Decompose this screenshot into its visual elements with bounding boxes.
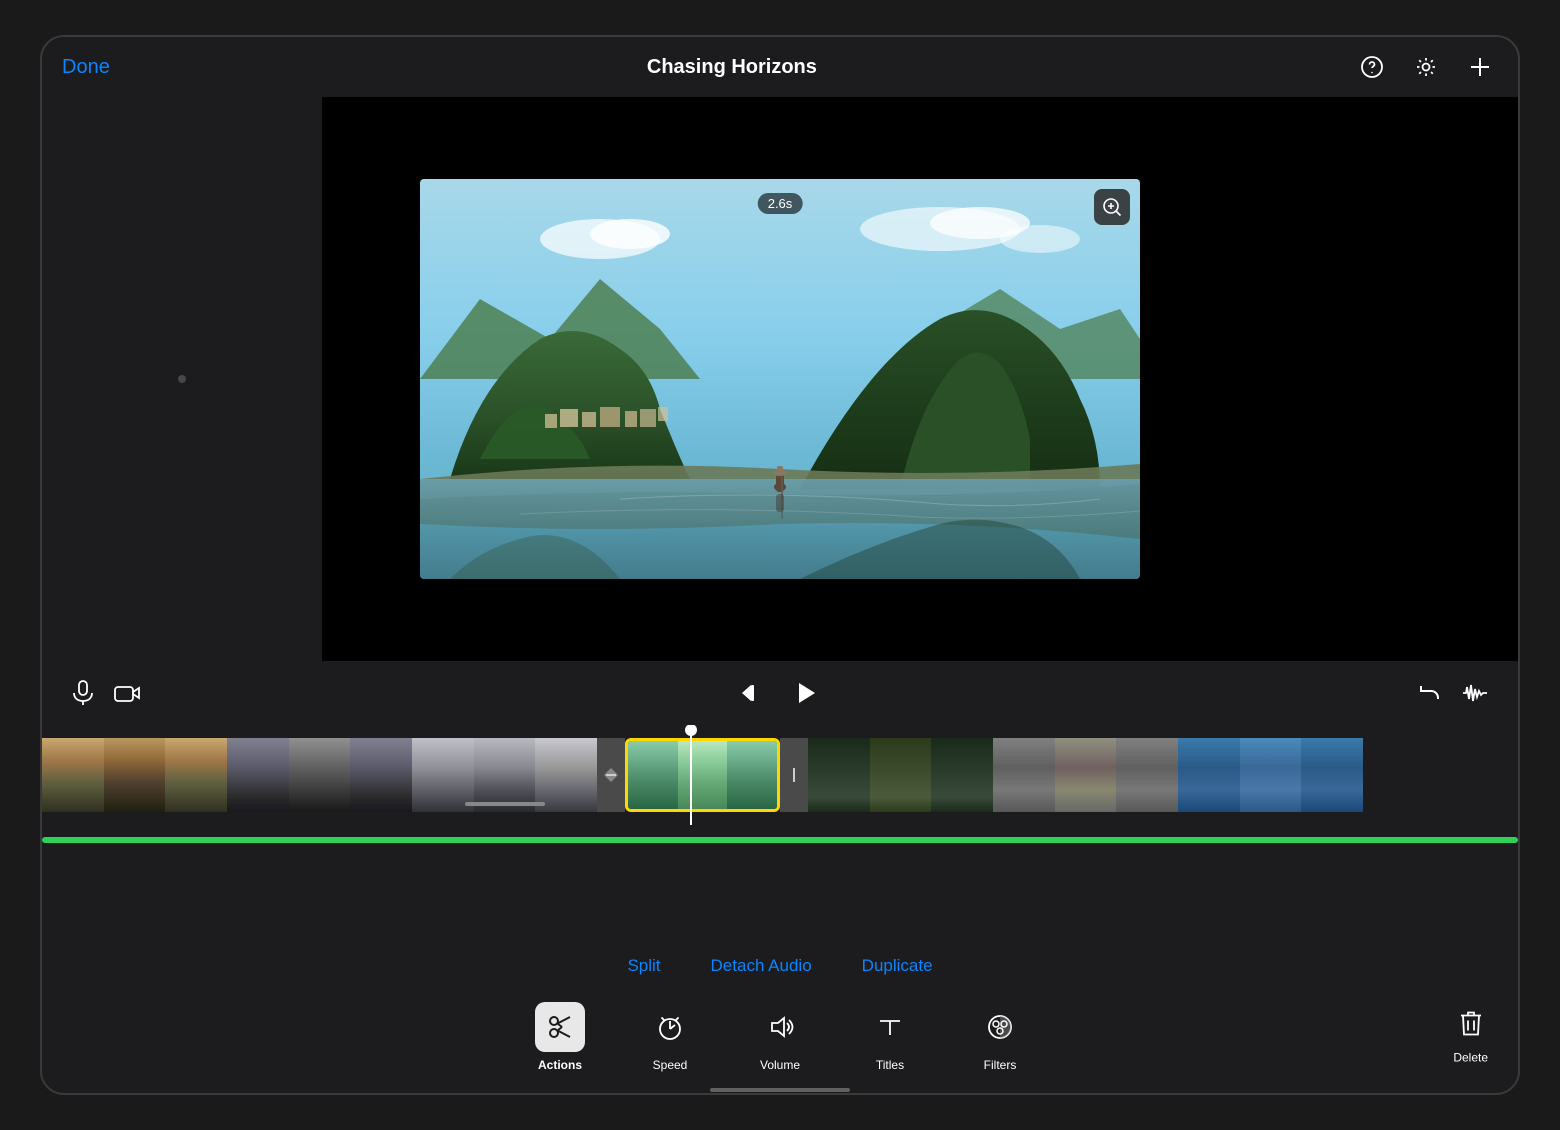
speed-icon	[645, 1002, 695, 1052]
camera-button[interactable]	[114, 682, 140, 704]
clip-5-thumb-3	[931, 738, 993, 812]
undo-button[interactable]	[1418, 681, 1442, 705]
clip-4-thumb-3	[727, 741, 777, 809]
duplicate-button[interactable]: Duplicate	[862, 956, 933, 976]
clip-7-thumb-2	[1240, 738, 1302, 812]
clip-7-thumb-3	[1301, 738, 1363, 812]
settings-button[interactable]	[1408, 49, 1444, 85]
delete-label: Delete	[1453, 1051, 1488, 1065]
clip-7-thumb-1	[1178, 738, 1240, 812]
transition-handle-right[interactable]	[780, 738, 808, 812]
time-indicator: 2.6s	[758, 193, 803, 214]
top-bar-center: Chasing Horizons	[647, 56, 817, 79]
video-preview: 2.6s	[420, 179, 1140, 579]
controls-right	[1418, 681, 1488, 705]
audio-track-area	[42, 825, 1518, 855]
controls-bar	[42, 661, 1518, 725]
clip-1-thumb-1	[42, 738, 104, 812]
video-preview-area: 2.6s	[42, 97, 1518, 661]
clip-5-thumb-1	[808, 738, 870, 812]
top-bar-right	[1354, 49, 1498, 85]
detach-audio-button[interactable]: Detach Audio	[711, 956, 812, 976]
timeline-track	[42, 738, 1518, 812]
clip-2-thumb-3	[350, 738, 412, 812]
clip-3[interactable]	[412, 738, 597, 812]
clip-2-thumb-2	[289, 738, 351, 812]
toolbar-item-filters[interactable]: Filters	[965, 1002, 1035, 1072]
timeline-container	[42, 725, 1518, 945]
toolbar-item-actions[interactable]: Actions	[525, 1002, 595, 1072]
actions-label: Actions	[538, 1058, 582, 1072]
clip-5-thumb-2	[870, 738, 932, 812]
toolbar-item-titles[interactable]: Titles	[855, 1002, 925, 1072]
clip-4-thumb-1	[628, 741, 678, 809]
waveform-button[interactable]	[1462, 681, 1488, 705]
home-indicator-bar	[710, 1088, 850, 1092]
add-button[interactable]	[1462, 49, 1498, 85]
controls-left	[72, 680, 140, 706]
clip-2-thumb-1	[227, 738, 289, 812]
audio-track-line	[42, 837, 1518, 843]
timeline-area[interactable]	[42, 725, 1518, 825]
done-button[interactable]: Done	[62, 56, 110, 79]
clip-6-thumb-3	[1116, 738, 1178, 812]
clip-5[interactable]	[808, 738, 993, 812]
sidebar-dot-1	[178, 375, 186, 383]
clip-7[interactable]	[1178, 738, 1363, 812]
titles-icon	[865, 1002, 915, 1052]
home-indicator	[42, 1087, 1518, 1093]
bottom-toolbar: Actions Speed	[42, 987, 1518, 1087]
clip-3-thumb-1	[412, 738, 474, 812]
top-bar: Done Chasing Horizons	[42, 37, 1518, 97]
clip-3-thumb-3	[535, 738, 597, 812]
clip-1-thumb-2	[104, 738, 166, 812]
empty-timeline-area	[42, 855, 1518, 945]
clip-6-thumb-1	[993, 738, 1055, 812]
titles-label: Titles	[876, 1058, 904, 1072]
play-button[interactable]	[792, 680, 818, 706]
toolbar-item-speed[interactable]: Speed	[635, 1002, 705, 1072]
main-content: 2.6s	[42, 97, 1518, 1093]
controls-center	[740, 680, 818, 706]
clip-3-thumb-2	[474, 738, 536, 812]
clip-2[interactable]	[227, 738, 412, 812]
left-sidebar	[42, 97, 322, 661]
top-bar-left: Done	[62, 56, 110, 79]
microphone-button[interactable]	[72, 680, 94, 706]
clip-4-thumb-2	[678, 741, 728, 809]
clip-1[interactable]	[42, 738, 227, 812]
clip-1-thumb-3	[165, 738, 227, 812]
video-scene-svg	[420, 179, 1140, 579]
delete-button[interactable]: Delete	[1453, 1010, 1488, 1065]
actions-icon	[535, 1002, 585, 1052]
delete-icon	[1459, 1010, 1483, 1045]
filters-icon	[975, 1002, 1025, 1052]
rewind-button[interactable]	[740, 682, 762, 704]
zoom-button[interactable]	[1094, 189, 1130, 225]
ipad-frame: Done Chasing Horizons	[40, 35, 1520, 1095]
help-button[interactable]	[1354, 49, 1390, 85]
toolbar-item-volume[interactable]: Volume	[745, 1002, 815, 1072]
action-menu: Split Detach Audio Duplicate	[42, 945, 1518, 987]
clip-6[interactable]	[993, 738, 1178, 812]
clip-4-selected[interactable]	[625, 738, 780, 812]
transition-handle-left[interactable]	[597, 738, 625, 812]
volume-label: Volume	[760, 1058, 800, 1072]
toolbar-items: Actions Speed	[525, 1002, 1035, 1072]
split-button[interactable]: Split	[627, 956, 660, 976]
playhead	[690, 725, 692, 825]
filters-label: Filters	[984, 1058, 1017, 1072]
speed-label: Speed	[653, 1058, 688, 1072]
clip-6-thumb-2	[1055, 738, 1117, 812]
project-title: Chasing Horizons	[647, 56, 817, 78]
clip-range-bar	[465, 802, 545, 806]
volume-icon	[755, 1002, 805, 1052]
